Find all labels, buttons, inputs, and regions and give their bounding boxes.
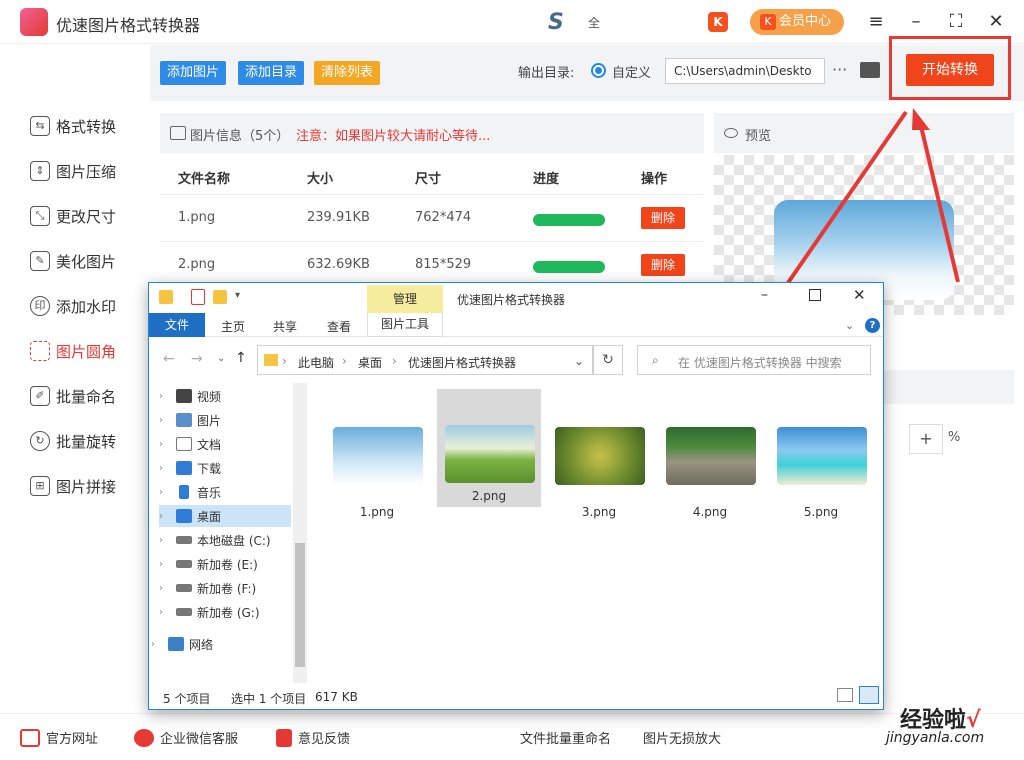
explorer-close-icon[interactable]: ✕ <box>853 286 866 304</box>
documents-icon <box>176 437 192 451</box>
network-icon <box>168 637 184 651</box>
explorer-title: 优速图片格式转换器 <box>457 293 566 307</box>
file-explorer-window: ▾ 管理 优速图片格式转换器 – ✕ 文件 主页 共享 查看 图片工具 ⌄ ? … <box>148 282 884 710</box>
back-icon[interactable]: ← <box>163 351 175 367</box>
nav-item-drive-e[interactable]: › 新加卷 (E:) <box>159 553 291 575</box>
search-placeholder: 在 优速图片格式转换器 中搜索 <box>678 356 842 370</box>
tab-home[interactable]: 主页 <box>221 318 245 335</box>
properties-icon[interactable] <box>191 289 205 305</box>
download-icon <box>176 461 192 475</box>
tab-picture-tools[interactable]: 图片工具 <box>367 313 443 337</box>
item-count: 5 个项目 <box>163 692 211 706</box>
thumbnail <box>777 427 867 485</box>
status-bar: 5 个项目 选中 1 个项目 617 KB <box>149 683 883 709</box>
nav-item-music[interactable]: › 音乐 <box>159 481 291 503</box>
thumbnail <box>333 427 423 485</box>
explorer-maximize-icon[interactable] <box>809 289 821 301</box>
quick-access-dropdown-icon[interactable]: ▾ <box>235 290 240 301</box>
arrow-head-icon <box>912 108 930 130</box>
ribbon-expand-icon[interactable]: ⌄ <box>845 319 854 332</box>
nav-item-drive-c[interactable]: › 本地磁盘 (C:) <box>159 529 291 551</box>
thumbnail <box>555 427 645 485</box>
breadcrumb-separator-icon: › <box>282 354 287 368</box>
new-folder-icon[interactable] <box>213 290 227 304</box>
file-item[interactable]: 5.png <box>769 405 873 521</box>
address-dropdown-icon[interactable]: ⌄ <box>574 354 584 368</box>
thumbnail <box>445 425 535 483</box>
refresh-icon[interactable]: ↻ <box>593 345 623 375</box>
nav-item-downloads[interactable]: › 下载 <box>159 457 291 479</box>
tab-share[interactable]: 共享 <box>273 318 297 335</box>
file-item[interactable]: 3.png <box>547 405 651 521</box>
folder-icon <box>264 354 278 366</box>
drive-icon <box>176 584 192 592</box>
breadcrumb-folder[interactable]: 优速图片格式转换器 <box>408 354 516 371</box>
explorer-ribbon: 文件 主页 共享 查看 图片工具 <box>149 313 883 337</box>
nav-scrollbar-thumb[interactable] <box>295 543 305 667</box>
drive-icon <box>176 560 192 568</box>
file-item[interactable]: 1.png <box>325 405 429 521</box>
selected-count: 选中 1 个项目 <box>231 692 307 706</box>
file-item[interactable]: 4.png <box>658 405 762 521</box>
nav-item-desktop[interactable]: › 桌面 <box>159 505 291 527</box>
pictures-icon <box>176 413 192 427</box>
large-icons-view-icon[interactable] <box>859 686 879 704</box>
forward-icon[interactable]: → <box>191 351 203 367</box>
folder-icon <box>159 290 173 304</box>
details-view-icon[interactable] <box>837 688 853 702</box>
search-icon: ⌕ <box>652 353 659 367</box>
nav-item-drive-f[interactable]: › 新加卷 (F:) <box>159 577 291 599</box>
nav-item-videos[interactable]: › 视频 <box>159 385 291 407</box>
address-bar[interactable]: › 此电脑 › 桌面 › 优速图片格式转换器 ⌄ <box>257 345 593 375</box>
nav-item-network[interactable]: › 网络 <box>151 633 283 655</box>
thumbnail <box>666 427 756 485</box>
help-icon[interactable]: ? <box>865 318 880 333</box>
drive-icon <box>176 608 192 616</box>
video-icon <box>176 389 192 403</box>
nav-item-documents[interactable]: › 文档 <box>159 433 291 455</box>
drive-icon <box>176 536 192 544</box>
manage-tab[interactable]: 管理 <box>367 285 443 313</box>
tab-file[interactable]: 文件 <box>149 313 205 337</box>
up-icon[interactable]: ↑ <box>235 350 247 366</box>
nav-item-drive-g[interactable]: › 新加卷 (G:) <box>159 601 291 623</box>
music-icon <box>179 485 189 499</box>
breadcrumb-separator-icon: › <box>392 354 397 368</box>
breadcrumb-desktop[interactable]: 桌面 <box>358 354 382 371</box>
breadcrumb-separator-icon: › <box>342 354 347 368</box>
recent-dropdown-icon[interactable]: ⌄ <box>217 353 225 364</box>
search-input[interactable]: ⌕ 在 优速图片格式转换器 中搜索 <box>637 345 871 375</box>
breadcrumb-this-pc[interactable]: 此电脑 <box>298 354 334 371</box>
desktop-icon <box>176 509 192 523</box>
nav-item-pictures[interactable]: › 图片 <box>159 409 291 431</box>
tab-view[interactable]: 查看 <box>327 318 351 335</box>
selected-size: 617 KB <box>315 690 358 704</box>
explorer-minimize-icon[interactable]: – <box>761 287 768 303</box>
file-item[interactable]: 2.png <box>437 389 541 507</box>
navigation-pane: › 视频 › 图片 › 文档 › 下载 › 音乐 › 桌面 › 本地磁盘 (C:) › 新加卷 … <box>149 383 309 683</box>
